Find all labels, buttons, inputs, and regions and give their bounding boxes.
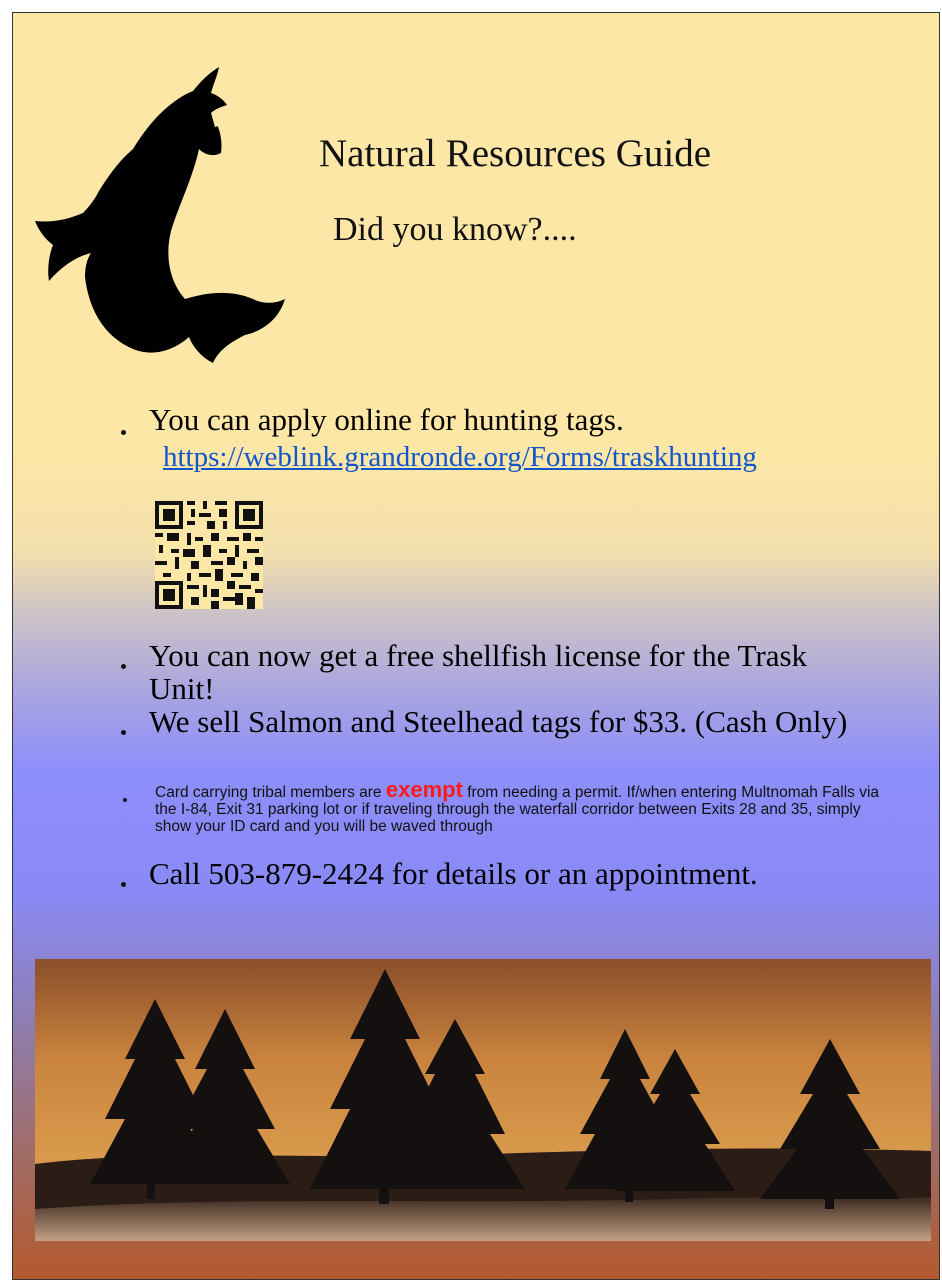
- qr-code-icon: [155, 501, 263, 609]
- bullet-dot: [121, 430, 126, 435]
- bullet-dot: [121, 730, 126, 735]
- guide-title: Natural Resources Guide: [319, 132, 712, 175]
- exempt-highlight: exempt: [385, 777, 463, 802]
- evergreen-trees-photo: [35, 959, 931, 1241]
- bullet-call-info: Call 503-879-2424 for details or an appo…: [149, 856, 758, 891]
- flyer-page: Natural Resources Guide Did you know?...…: [12, 12, 940, 1280]
- bullet-dot: [121, 882, 126, 887]
- bullet-hunting-tags: You can apply online for hunting tags.: [149, 402, 624, 437]
- hunting-tags-link[interactable]: https://weblink.grandronde.org/Forms/tra…: [163, 441, 757, 474]
- bullet-shellfish-license: You can now get a free shellfish license…: [149, 638, 808, 706]
- exempt-text-pre: Card carrying tribal members are: [155, 784, 386, 801]
- bullet-dot: [121, 664, 126, 669]
- salmon-silhouette-icon: [35, 67, 285, 363]
- bullet-tribal-exempt: Card carrying tribal members are exempt …: [155, 779, 885, 836]
- guide-subtitle: Did you know?....: [333, 211, 577, 248]
- bullet-dot: [123, 798, 127, 802]
- bullet-salmon-tags: We sell Salmon and Steelhead tags for $3…: [149, 704, 848, 739]
